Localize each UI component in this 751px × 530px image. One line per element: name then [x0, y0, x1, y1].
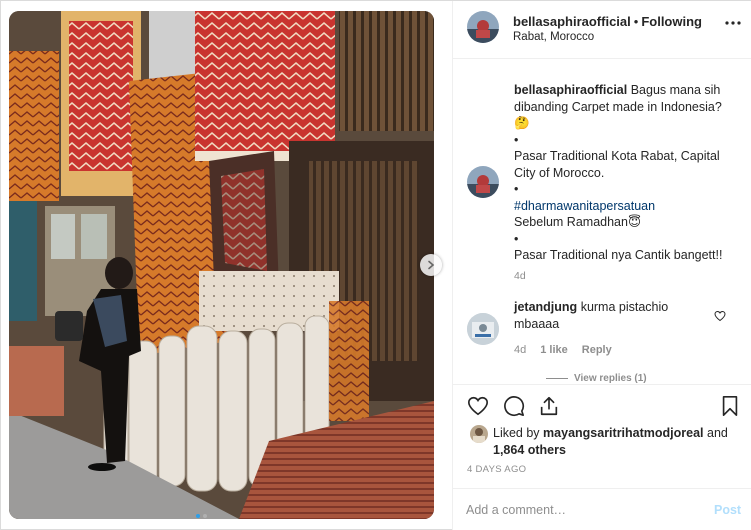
following-button[interactable]: Following: [641, 14, 702, 29]
separator-dot: •: [633, 14, 639, 29]
heart-icon: [468, 396, 488, 416]
comment-meta: 4d 1 like Reply: [514, 344, 612, 356]
location-link[interactable]: Rabat, Morocco: [513, 31, 594, 43]
post-comment-button[interactable]: Post: [714, 503, 741, 517]
carousel-dot-active: [196, 514, 200, 518]
replies-line: [546, 377, 568, 379]
comment-likes-link[interactable]: 1 like: [540, 344, 568, 356]
comment-input[interactable]: [466, 500, 696, 520]
post-header: bellasaphiraofficial • Following Rabat, Mo…: [453, 1, 751, 59]
comment-body: jetandjung kurma pistachio mbaaaa: [514, 299, 714, 332]
profile-photo-icon: [467, 313, 499, 345]
profile-photo-icon: [467, 11, 499, 43]
likes-summary: Liked by mayangsaritrihatmodjoreal and 1…: [493, 425, 741, 459]
page: bellasaphiraofficial • Following Rabat, Mo…: [0, 0, 751, 530]
profile-photo-icon: [467, 166, 499, 198]
avatar[interactable]: [467, 11, 499, 43]
more-options-button[interactable]: [723, 13, 743, 33]
bullet: •: [514, 231, 519, 246]
post-side-panel: bellasaphiraofficial • Following Rabat, Mo…: [452, 1, 751, 530]
others-likes-link[interactable]: 1,864 others: [493, 443, 566, 457]
post-photo[interactable]: [9, 11, 434, 519]
view-replies-button[interactable]: View replies (1): [546, 373, 647, 384]
caption-text: Pasar Traditional nya Cantik bangett!!: [514, 248, 723, 262]
caption-timestamp[interactable]: 4d: [514, 270, 526, 282]
post-caption: bellasaphiraofficial Bagus mana sih diba…: [514, 82, 739, 264]
next-slide-button[interactable]: [420, 254, 442, 276]
hashtag-link[interactable]: #dharmawanitapersatuan: [514, 199, 655, 213]
carousel-indicator: [196, 514, 207, 518]
post-age[interactable]: 4 DAYS AGO: [467, 464, 526, 475]
view-replies-label: View replies (1): [574, 373, 647, 384]
reply-button[interactable]: Reply: [582, 344, 612, 356]
comment-icon: [504, 396, 525, 417]
share-button[interactable]: [536, 393, 562, 419]
post-card: bellasaphiraofficial • Following Rabat, Mo…: [0, 0, 751, 530]
more-options-icon: [725, 21, 741, 25]
post-actions: Liked by mayangsaritrihatmodjoreal and 1…: [453, 384, 751, 488]
bookmark-icon: [722, 396, 738, 416]
avatar[interactable]: [467, 313, 499, 345]
save-button[interactable]: [717, 393, 743, 419]
heart-outline-icon: [714, 310, 726, 322]
profile-photo-icon: [470, 425, 488, 443]
thinking-emoji: 🤔: [514, 116, 530, 130]
caption-text: Pasar Traditional Kota Rabat, Capital Ci…: [514, 149, 720, 180]
and-label: and: [707, 426, 728, 440]
liker-username-link[interactable]: mayangsaritrihatmodjoreal: [543, 426, 703, 440]
comment-username-link[interactable]: jetandjung: [514, 300, 577, 314]
like-button[interactable]: [465, 393, 491, 419]
like-comment-button[interactable]: [714, 309, 726, 322]
liked-by-label: Liked by: [493, 426, 540, 440]
bullet: •: [514, 132, 519, 147]
caption-text: Sebelum Ramadhan: [514, 215, 628, 229]
caption-username-link[interactable]: bellasaphiraofficial: [514, 83, 627, 97]
post-author: bellasaphiraofficial • Following: [513, 14, 702, 29]
comment-button[interactable]: [501, 393, 527, 419]
bullet: •: [514, 182, 519, 196]
carousel-dot: [203, 514, 207, 518]
share-icon: [540, 396, 558, 416]
avatar[interactable]: [470, 425, 488, 443]
market-carpets-image: [9, 11, 434, 519]
chevron-right-icon: [428, 260, 435, 270]
add-comment-bar: Post: [453, 488, 751, 530]
halo-emoji: 😇: [627, 215, 641, 229]
comments-list[interactable]: bellasaphiraofficial Bagus mana sih diba…: [453, 59, 751, 384]
avatar[interactable]: [467, 166, 499, 198]
author-username-link[interactable]: bellasaphiraofficial: [513, 14, 631, 29]
comment-timestamp[interactable]: 4d: [514, 344, 526, 356]
